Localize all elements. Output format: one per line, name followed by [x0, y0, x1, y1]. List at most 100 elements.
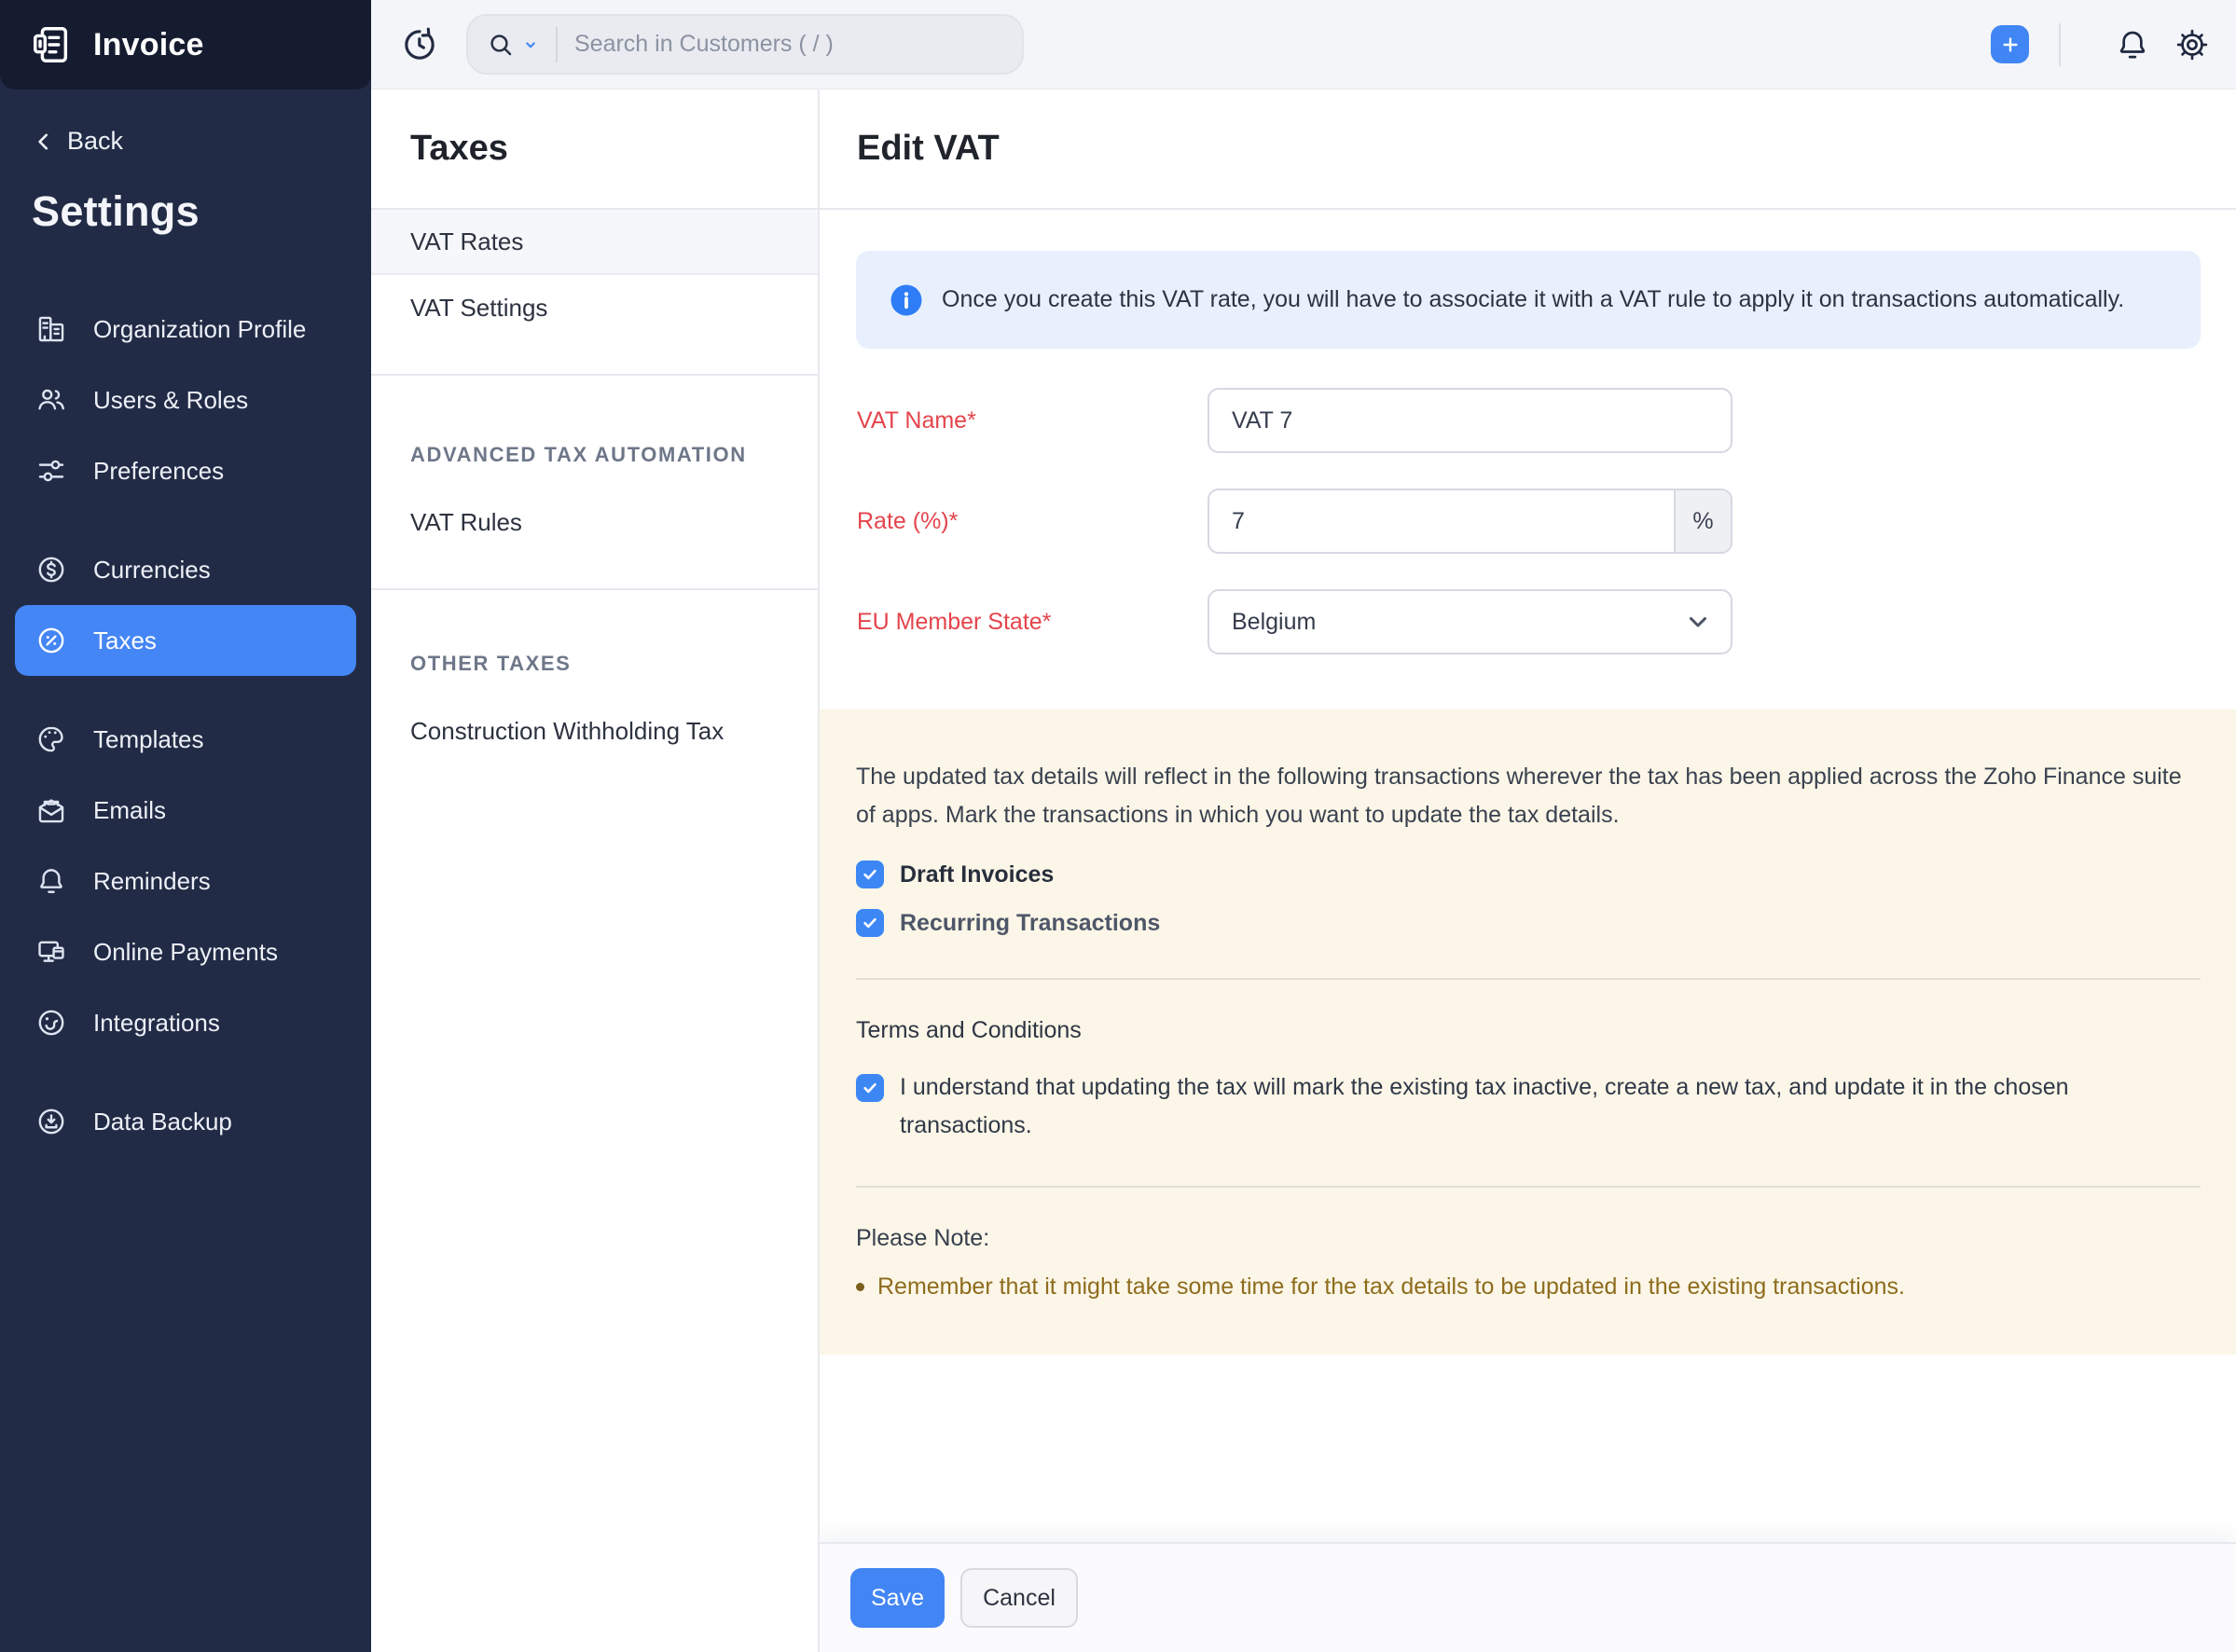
gear-icon: [2174, 27, 2210, 62]
sidebar-item-integrations[interactable]: Integrations: [15, 987, 356, 1058]
selected-value: Belgium: [1232, 609, 1316, 636]
taxes-panel-header: Taxes: [371, 89, 818, 210]
terms-checkbox[interactable]: [856, 1074, 884, 1102]
terms-row: I understand that updating the tax will …: [856, 1074, 2201, 1145]
tax-nav-vat-settings[interactable]: VAT Settings: [371, 275, 818, 340]
eu-member-state-row: EU Member State* Belgium: [857, 589, 2236, 654]
vat-name-label: VAT Name*: [857, 407, 1208, 434]
draft-invoices-label: Draft Invoices: [900, 860, 1054, 888]
app-name: Invoice: [93, 27, 204, 63]
bell-icon: [35, 865, 67, 897]
sidebar-item-reminders[interactable]: Reminders: [15, 846, 356, 916]
sidebar-item-label: Templates: [93, 725, 204, 754]
sidebar-title: Settings: [0, 156, 371, 236]
sidebar-item-label: Emails: [93, 796, 166, 825]
notifications-button[interactable]: [2115, 27, 2150, 62]
tax-nav-vat-rates[interactable]: VAT Rates: [371, 210, 818, 275]
envelope-icon: [35, 794, 67, 826]
taxes-panel: Taxes VAT Rates VAT Settings ADVANCED TA…: [371, 89, 820, 1652]
update-transactions-section: The updated tax details will reflect in …: [820, 709, 2236, 1355]
tax-nav-label: VAT Rules: [410, 508, 522, 537]
terms-heading: Terms and Conditions: [856, 1017, 2201, 1044]
rate-row: Rate (%)* %: [857, 489, 2236, 554]
search-scope-chevron-icon[interactable]: [522, 36, 539, 53]
check-icon: [861, 914, 879, 932]
vat-name-row: VAT Name*: [857, 388, 2236, 453]
history-icon: [401, 26, 438, 63]
topbar-divider: [2059, 23, 2061, 66]
bell-icon: [2115, 27, 2150, 62]
quick-create-button[interactable]: [1991, 25, 2029, 63]
invoice-logo-icon: [30, 23, 73, 66]
tax-nav-construction-withholding-tax[interactable]: Construction Withholding Tax: [371, 698, 818, 764]
settings-nav: Organization Profile Users & Roles Prefe…: [0, 294, 371, 1157]
recurring-transactions-label: Recurring Transactions: [900, 909, 1160, 937]
info-banner: Once you create this VAT rate, you will …: [856, 251, 2201, 349]
sidebar-item-label: Taxes: [93, 626, 157, 655]
please-note-heading: Please Note:: [856, 1225, 2201, 1252]
sidebar-item-online-payments[interactable]: Online Payments: [15, 916, 356, 987]
sidebar-item-emails[interactable]: Emails: [15, 775, 356, 846]
vat-name-input[interactable]: [1208, 388, 1732, 453]
history-button[interactable]: [401, 26, 438, 63]
save-button[interactable]: Save: [850, 1568, 945, 1628]
plus-icon: [2000, 34, 2021, 55]
tax-nav-label: VAT Rates: [410, 227, 523, 256]
panel-title: Taxes: [410, 129, 508, 169]
recurring-transactions-row: Recurring Transactions: [856, 909, 2201, 937]
eu-member-state-select[interactable]: Belgium: [1208, 589, 1732, 654]
section-header-advanced-tax-automation: ADVANCED TAX AUTOMATION: [371, 376, 818, 489]
sidebar-item-templates[interactable]: Templates: [15, 704, 356, 775]
back-button[interactable]: Back: [0, 89, 371, 156]
sidebar-item-users-roles[interactable]: Users & Roles: [15, 365, 356, 435]
sidebar-item-currencies[interactable]: Currencies: [15, 534, 356, 605]
note-bullet-row: Remember that it might take some time fo…: [856, 1271, 2201, 1302]
currency-icon: [35, 554, 67, 585]
topbar: [371, 0, 2236, 89]
percent-suffix: %: [1674, 490, 1731, 552]
integration-icon: [35, 1007, 67, 1039]
update-note-text: The updated tax details will reflect in …: [856, 758, 2189, 834]
sidebar-item-label: Reminders: [93, 867, 211, 896]
page-title: Edit VAT: [857, 129, 1000, 169]
sidebar-item-data-backup[interactable]: Data Backup: [15, 1086, 356, 1157]
cream-divider: [856, 1186, 2201, 1188]
tax-nav-vat-rules[interactable]: VAT Rules: [371, 489, 818, 555]
tax-nav-label: VAT Settings: [410, 294, 547, 323]
users-icon: [35, 384, 67, 416]
note-bullet-text: Remember that it might take some time fo…: [877, 1271, 1905, 1302]
global-search: [466, 14, 1024, 75]
app-logo[interactable]: Invoice: [0, 0, 371, 89]
tax-nav-label: Construction Withholding Tax: [410, 717, 724, 746]
check-icon: [861, 865, 879, 884]
section-header-other-taxes: OTHER TAXES: [371, 590, 818, 698]
sidebar-item-label: Preferences: [93, 457, 224, 486]
terms-text: I understand that updating the tax will …: [900, 1068, 2140, 1145]
action-footer: Save Cancel: [820, 1542, 2236, 1652]
page-header: Edit VAT: [820, 89, 2236, 210]
back-label: Back: [67, 127, 123, 156]
building-icon: [35, 313, 67, 345]
settings-sidebar: Invoice Back Settings Organization Profi…: [0, 0, 371, 1652]
sidebar-item-label: Organization Profile: [93, 315, 306, 344]
search-divider: [556, 27, 558, 62]
chevron-down-icon: [1684, 608, 1712, 636]
sidebar-item-label: Users & Roles: [93, 386, 248, 415]
edit-vat-page: Edit VAT Once you create this VAT rate, …: [820, 89, 2236, 1652]
sidebar-item-label: Online Payments: [93, 938, 278, 967]
draft-invoices-checkbox[interactable]: [856, 860, 884, 888]
cancel-button[interactable]: Cancel: [960, 1568, 1078, 1628]
search-input[interactable]: [574, 31, 1013, 58]
recurring-transactions-checkbox[interactable]: [856, 909, 884, 937]
sidebar-item-taxes[interactable]: Taxes: [15, 605, 356, 676]
sidebar-item-preferences[interactable]: Preferences: [15, 435, 356, 506]
check-icon: [861, 1079, 879, 1097]
cream-divider: [856, 978, 2201, 980]
settings-button[interactable]: [2174, 27, 2210, 62]
info-icon: [890, 283, 923, 319]
rate-input[interactable]: [1208, 489, 1732, 554]
sidebar-item-organization-profile[interactable]: Organization Profile: [15, 294, 356, 365]
sidebar-item-label: Currencies: [93, 556, 211, 585]
bullet-dot: [856, 1283, 864, 1291]
palette-icon: [35, 723, 67, 755]
